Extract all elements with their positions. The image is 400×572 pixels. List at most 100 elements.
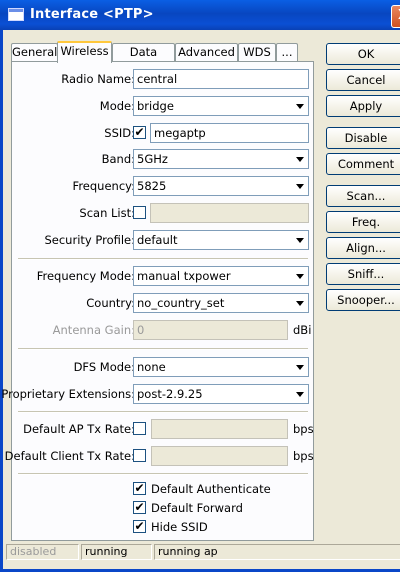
apply-button[interactable]: Apply	[326, 95, 400, 117]
mode-select[interactable]: bridge	[133, 96, 309, 116]
country-select[interactable]: no_country_set	[133, 293, 309, 313]
close-button[interactable]: X	[391, 5, 400, 28]
default-authenticate-checkbox[interactable]: ✔	[133, 482, 146, 495]
separator	[18, 258, 308, 260]
proprietary-extensions-select[interactable]: post-2.9.25	[133, 384, 309, 404]
frequency-select[interactable]: 5825	[133, 176, 309, 196]
mode-value: bridge	[137, 99, 174, 113]
align-button[interactable]: Align...	[326, 237, 400, 259]
sniff-button[interactable]: Sniff...	[326, 263, 400, 285]
cancel-button[interactable]: Cancel	[326, 69, 400, 91]
band-row: Band: 5GHz	[12, 149, 315, 169]
default-ap-tx-rate-input[interactable]	[151, 419, 288, 439]
proprietary-extensions-value: post-2.9.25	[137, 387, 203, 401]
chevron-down-icon[interactable]	[291, 385, 308, 403]
chevron-down-icon[interactable]	[291, 231, 308, 249]
tab-wds[interactable]: WDS	[238, 43, 276, 61]
scan-button[interactable]: Scan...	[326, 185, 400, 207]
interface-dialog: Interface <PTP> X General Wireless Data …	[0, 0, 400, 572]
default-ap-tx-rate-unit: bps	[293, 422, 314, 436]
antenna-gain-row: Antenna Gain: 0 dBi	[12, 320, 315, 340]
status-running-ap: running ap	[154, 544, 400, 560]
frequency-mode-label: Frequency Mode:	[36, 269, 135, 283]
antenna-gain-label: Antenna Gain:	[52, 323, 135, 337]
dfs-mode-label: DFS Mode:	[73, 360, 135, 374]
security-profile-label: Security Profile:	[44, 233, 135, 247]
ok-button[interactable]: OK	[326, 43, 400, 65]
separator	[18, 411, 308, 413]
tab-data-rates[interactable]: Data Rates	[112, 43, 175, 76]
default-client-tx-rate-label: Default Client Tx Rate:	[4, 449, 135, 463]
scan-list-input[interactable]	[150, 203, 309, 223]
band-label: Band:	[101, 152, 135, 166]
scan-list-label: Scan List:	[79, 206, 135, 220]
default-ap-tx-rate-label: Default AP Tx Rate:	[23, 422, 135, 436]
default-client-tx-rate-row: Default Client Tx Rate: bps	[5, 446, 315, 466]
comment-button[interactable]: Comment	[326, 153, 400, 175]
frequency-label: Frequency:	[72, 179, 135, 193]
dfs-mode-select[interactable]: none	[133, 357, 309, 377]
snooper-button[interactable]: Snooper...	[326, 289, 400, 311]
security-profile-select[interactable]: default	[133, 230, 309, 250]
title-bar[interactable]: Interface <PTP> X	[0, 0, 400, 30]
dfs-mode-value: none	[137, 360, 166, 374]
chevron-down-icon[interactable]	[291, 267, 308, 285]
tab-general[interactable]: General	[11, 43, 58, 61]
dfs-mode-row: DFS Mode: none	[12, 357, 315, 377]
separator	[18, 473, 308, 475]
proprietary-extensions-label: Proprietary Extensions:	[1, 387, 135, 401]
radio-name-input[interactable]: central	[133, 69, 309, 89]
ssid-label: SSID:	[104, 126, 135, 140]
chevron-down-icon[interactable]	[291, 358, 308, 376]
wireless-panel: Radio Name: central Mode: bridge SSID: ✔…	[1, 61, 315, 541]
ssid-input[interactable]: megaptp	[150, 123, 309, 143]
default-forward-checkbox[interactable]: ✔	[133, 501, 146, 514]
status-disabled: disabled	[6, 544, 79, 560]
default-client-tx-rate-input[interactable]	[151, 446, 288, 466]
frequency-value: 5825	[137, 179, 167, 193]
country-value: no_country_set	[137, 296, 225, 310]
window-icon	[8, 8, 24, 21]
chevron-down-icon[interactable]	[291, 150, 308, 168]
separator	[18, 348, 308, 350]
radio-name-row: Radio Name: central	[12, 69, 315, 89]
mode-row: Mode: bridge	[12, 96, 315, 116]
default-client-tx-rate-checkbox[interactable]	[133, 449, 146, 462]
frequency-mode-value: manual txpower	[137, 269, 231, 283]
scan-list-row: Scan List:	[12, 203, 315, 223]
default-forward-label: Default Forward	[151, 501, 243, 515]
tab-advanced[interactable]: Advanced	[175, 43, 238, 61]
country-label: Country:	[86, 296, 135, 310]
scan-list-checkbox[interactable]	[133, 206, 146, 219]
chevron-down-icon[interactable]	[291, 97, 308, 115]
default-authenticate-label: Default Authenticate	[151, 482, 271, 496]
default-ap-tx-rate-row: Default AP Tx Rate: bps	[12, 419, 315, 439]
disable-button[interactable]: Disable	[326, 127, 400, 149]
window-title: Interface <PTP>	[30, 7, 154, 22]
band-value: 5GHz	[137, 152, 168, 166]
antenna-gain-unit: dBi	[293, 323, 312, 337]
frequency-mode-row: Frequency Mode: manual txpower	[12, 266, 315, 286]
status-bar: disabled running running ap	[6, 544, 400, 560]
hide-ssid-checkbox[interactable]: ✔	[133, 520, 146, 533]
frequency-row: Frequency: 5825	[12, 176, 315, 196]
chevron-down-icon[interactable]	[291, 294, 308, 312]
country-row: Country: no_country_set	[12, 293, 315, 313]
radio-name-label: Radio Name:	[61, 72, 135, 86]
freq-usage-button[interactable]: Freq. Usage...	[326, 211, 400, 249]
antenna-gain-input[interactable]: 0	[133, 320, 288, 340]
status-running: running	[81, 544, 152, 560]
band-select[interactable]: 5GHz	[133, 149, 309, 169]
proprietary-extensions-row: Proprietary Extensions: post-2.9.25	[1, 384, 315, 404]
frequency-mode-select[interactable]: manual txpower	[133, 266, 309, 286]
ssid-row: SSID: ✔ megaptp	[12, 123, 315, 143]
chevron-down-icon[interactable]	[291, 177, 308, 195]
mode-label: Mode:	[99, 99, 135, 113]
tab-more[interactable]: ...	[276, 43, 298, 61]
default-ap-tx-rate-checkbox[interactable]	[133, 422, 146, 435]
default-client-tx-rate-unit: bps	[293, 449, 314, 463]
tab-wireless[interactable]: Wireless	[57, 41, 112, 63]
ssid-checkbox[interactable]: ✔	[133, 126, 146, 139]
security-profile-value: default	[137, 233, 178, 247]
security-profile-row: Security Profile: default	[12, 230, 315, 250]
